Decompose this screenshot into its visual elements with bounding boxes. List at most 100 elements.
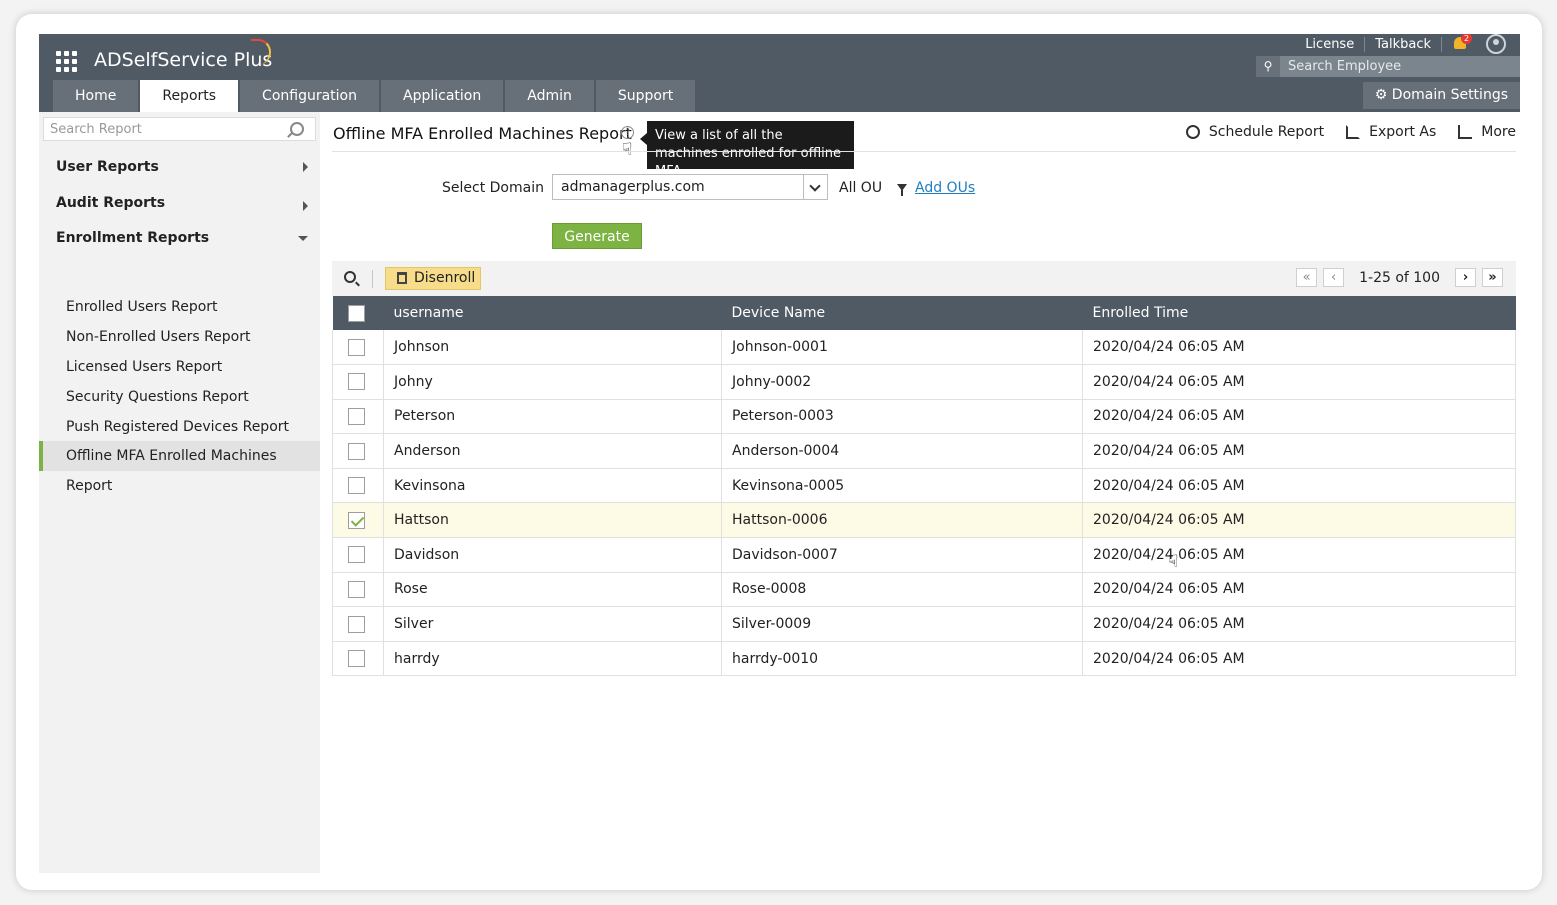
domain-select[interactable]: admanagerplus.com [552,174,828,200]
column-header-device-name[interactable]: Device Name [722,296,1083,330]
table-row[interactable]: Peterson Peterson-0003 2020/04/24 06:05 AM [332,399,1516,434]
caret-right-icon [303,201,308,211]
export-as-button[interactable]: Export As [1346,124,1436,140]
row-checkbox[interactable] [348,477,365,495]
tab-support[interactable]: Support [595,80,696,112]
tab-reports[interactable]: Reports [140,80,239,112]
sidebar-group-user-reports[interactable]: User Reports [56,159,308,175]
disenroll-button[interactable]: Disenroll [385,267,481,290]
column-header-enrolled-time[interactable]: Enrolled Time [1083,296,1516,330]
cell-enrolled-time: 2020/04/24 06:05 AM [1082,572,1516,607]
cell-device-name: Kevinsona-0005 [721,468,1083,503]
search-icon[interactable] [290,122,304,136]
row-checkbox[interactable] [348,373,365,391]
generate-button[interactable]: Generate [552,223,642,249]
more-button[interactable]: More [1458,124,1516,140]
tab-admin[interactable]: Admin [505,80,594,112]
row-checkbox[interactable] [348,546,365,564]
trash-icon [397,272,407,284]
table-row[interactable]: Anderson Anderson-0004 2020/04/24 06:05 AM [332,433,1516,469]
first-page-icon[interactable]: « [1296,268,1318,287]
table-row[interactable]: Johny Johny-0002 2020/04/24 06:05 AM [332,364,1516,400]
table-row[interactable]: Rose Rose-0008 2020/04/24 06:05 AM [332,572,1516,607]
next-page-icon[interactable]: › [1455,268,1476,287]
sidebar-item-security-questions[interactable]: Security Questions Report [39,382,320,412]
table-row[interactable]: Johnson Johnson-0001 2020/04/24 06:05 AM [332,330,1516,365]
table-search-icon[interactable] [344,271,356,283]
select-domain-label: Select Domain [442,180,544,196]
cell-username: Silver [383,606,722,642]
sidebar-item-non-enrolled-users[interactable]: Non-Enrolled Users Report [39,322,320,352]
app-launcher-icon[interactable] [56,51,78,73]
search-report-input[interactable] [44,121,284,137]
tab-home[interactable]: Home [53,80,139,112]
table-row[interactable]: Davidson Davidson-0007 2020/04/24 06:05 AM [332,537,1516,573]
sidebar-item-offline-mfa[interactable]: Offline MFA Enrolled Machines Report [39,441,320,494]
column-header-username[interactable]: username [384,296,722,330]
table-row[interactable]: Hattson Hattson-0006 2020/04/24 06:05 AM [332,502,1516,538]
row-checkbox[interactable] [348,615,365,633]
tab-application[interactable]: Application [381,80,504,112]
schedule-report-button[interactable]: Schedule Report [1185,124,1324,140]
domain-settings-button[interactable]: ⚙ Domain Settings [1362,82,1520,109]
row-checkbox[interactable] [348,338,365,356]
chevron-down-icon[interactable] [803,175,827,199]
license-link[interactable]: License [1295,36,1366,52]
brand-logo: ADSelfService Plus [94,49,273,71]
more-label: More [1481,124,1516,140]
sidebar-item-enrolled-users[interactable]: Enrolled Users Report [39,292,320,322]
table-row[interactable]: Kevinsona Kevinsona-0005 2020/04/24 06:05 … [332,468,1516,503]
table-row[interactable]: harrdy harrdy-0010 2020/04/24 06:05 AM [332,641,1516,676]
divider [372,270,373,288]
add-ous-link[interactable]: Add OUs [915,180,975,196]
row-checkbox[interactable] [348,511,365,529]
cell-enrolled-time: 2020/04/24 06:05 AM [1082,468,1516,503]
domain-settings-label: Domain Settings [1391,87,1508,103]
cell-username: Peterson [383,399,722,434]
sidebar-item-licensed-users[interactable]: Licensed Users Report [39,352,320,382]
table-toolbar: Disenroll « ‹ 1-25 of 100 › » [332,261,1516,296]
cell-username: harrdy [383,641,722,676]
help-icon[interactable]: ? [621,126,634,139]
row-checkbox[interactable] [348,442,365,460]
cell-device-name: Johnson-0001 [721,330,1083,365]
sidebar-group-enrollment-reports[interactable]: Enrollment Reports [56,230,308,246]
filter-icon [897,184,907,196]
cell-enrolled-time: 2020/04/24 06:05 AM [1082,606,1516,642]
row-checkbox[interactable] [348,407,365,425]
cell-username: Hattson [383,502,722,538]
talkback-link[interactable]: Talkback [1365,36,1442,52]
export-as-label: Export As [1369,124,1437,140]
alarm-clock-icon [1185,125,1200,139]
row-checkbox[interactable] [348,580,365,598]
last-page-icon[interactable]: » [1482,268,1503,287]
app-window: ADSelfService Plus License Talkback 2 ⚲ … [39,34,1520,873]
row-checkbox[interactable] [348,650,365,668]
tab-configuration[interactable]: Configuration [240,80,379,112]
sidebar-group-audit-reports[interactable]: Audit Reports [56,195,308,211]
prev-page-icon[interactable]: ‹ [1323,268,1345,287]
sidebar-item-push-registered-devices[interactable]: Push Registered Devices Report [39,412,320,442]
cell-device-name: Hattson-0006 [721,502,1083,538]
search-icon[interactable]: ⚲ [1256,56,1280,77]
notification-badge: 2 [1461,34,1473,44]
search-employee-box: ⚲ [1256,56,1520,77]
table-row[interactable]: Silver Silver-0009 2020/04/24 06:05 AM [332,606,1516,642]
table-header-row: username Device Name Enrolled Time [332,296,1516,330]
cell-enrolled-time: 2020/04/24 06:05 AM [1082,330,1516,365]
cell-username: Johny [383,364,722,400]
top-bar: ADSelfService Plus License Talkback 2 ⚲ … [39,34,1520,112]
notification-bell-icon[interactable]: 2 [1452,34,1473,52]
select-all-checkbox[interactable] [347,304,365,322]
report-actions: Schedule Report Export As More [1164,124,1516,140]
user-avatar-icon[interactable] [1486,34,1506,54]
divider [332,151,1516,152]
sidebar-group-label: Audit Reports [56,195,166,211]
cell-username: Kevinsona [383,468,722,503]
top-links: License Talkback 2 [1295,34,1506,54]
sidebar: User Reports Audit Reports Enrollment Re… [39,112,320,873]
cell-enrolled-time: 2020/04/24 06:05 AM [1082,502,1516,538]
search-employee-input[interactable] [1280,59,1510,74]
search-report-box [43,117,316,141]
cell-device-name: Johny-0002 [721,364,1083,400]
